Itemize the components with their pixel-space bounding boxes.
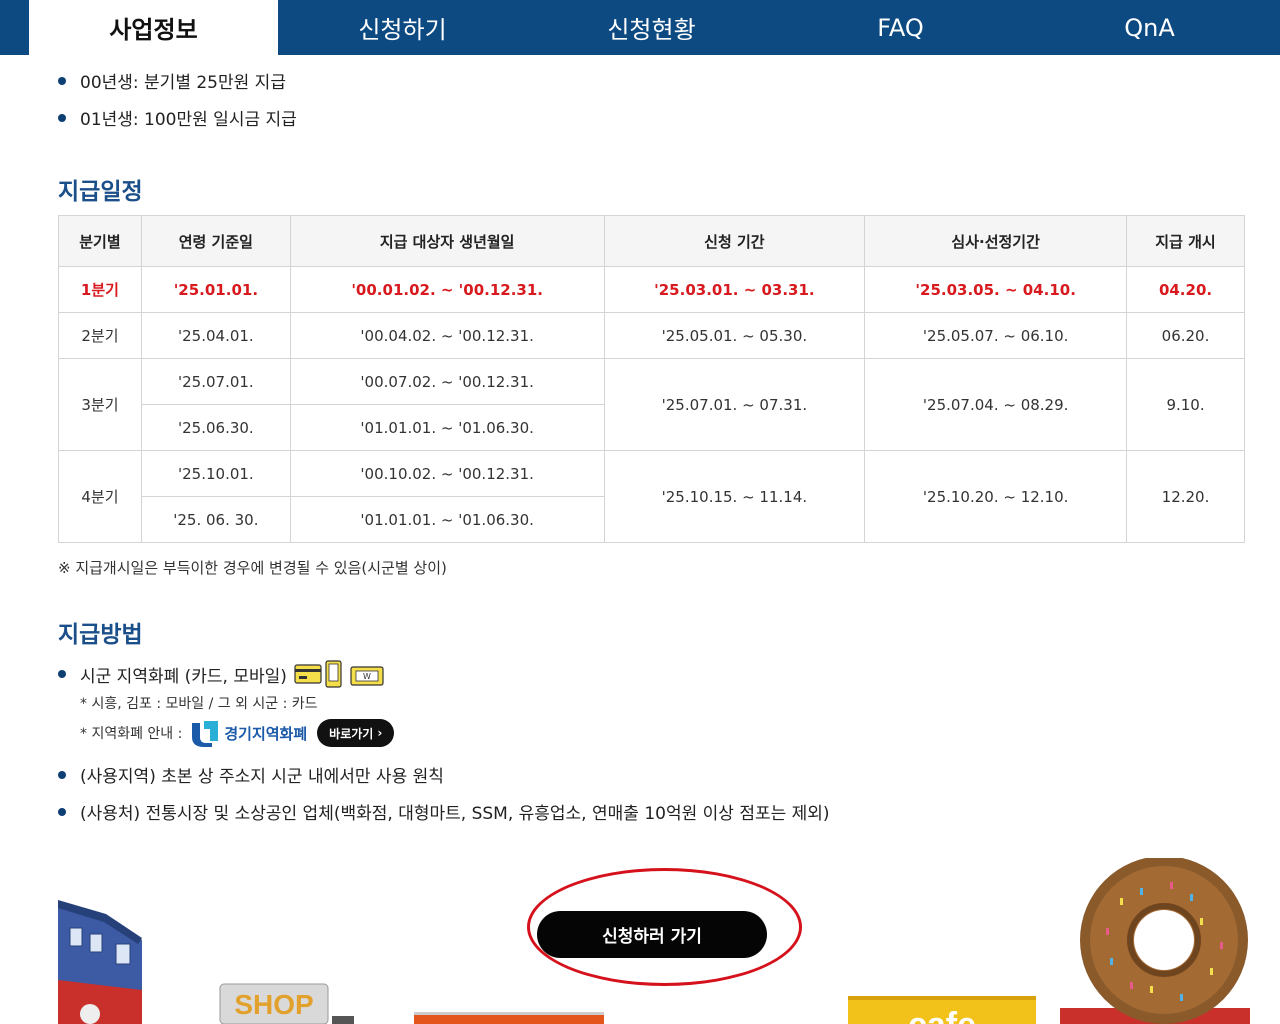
- table-header-row: 분기별 연령 기준일 지급 대상자 생년월일 신청 기간 심사·선정기간 지급 …: [58, 215, 1245, 267]
- cell-review-period: '25.10.20. ~ 12.10.: [864, 450, 1128, 543]
- donut-illustration: [1060, 858, 1250, 1024]
- schedule-note: ※ 지급개시일은 부득이한 경우에 변경될 수 있음(시군별 상이): [58, 559, 447, 577]
- cell-base-date: '25.06.30.: [140, 404, 291, 451]
- cell-quarter: 1분기: [58, 266, 142, 313]
- cell-base-date: '25.07.01.: [140, 358, 291, 405]
- gyeonggi-currency-logo: 경기지역화폐: [190, 719, 307, 747]
- cell-apply-period: '25.07.01. ~ 07.31.: [603, 358, 866, 451]
- bullet-dot: [58, 76, 66, 85]
- chevron-right-icon: ›: [377, 726, 383, 740]
- eligibility-text: 00년생: 분기별 25만원 지급: [80, 73, 286, 93]
- method-item: (사용지역) 초본 상 주소지 시군 내에서만 사용 원칙: [58, 762, 444, 787]
- cell-apply-period: '25.10.15. ~ 11.14.: [603, 450, 866, 543]
- house-illustration: [58, 900, 142, 1024]
- subnote-text: * 지역화폐 안내 :: [80, 726, 183, 742]
- cell-pay-start: 04.20.: [1126, 266, 1245, 313]
- shortcut-button[interactable]: 바로가기 ›: [317, 719, 395, 747]
- cell-birth-range: '01.01.01. ~ '01.06.30.: [289, 496, 605, 543]
- method-subnote: * 지역화폐 안내 : 경기지역화폐 바로가기 ›: [80, 719, 395, 747]
- eligibility-item: 01년생: 100만원 일시금 지급: [58, 105, 297, 130]
- col-header: 연령 기준일: [140, 215, 291, 267]
- cafe-sign-illustration: cafe: [848, 996, 1036, 1024]
- table-row: 4분기 '25.10.01. '00.10.02. ~ '00.12.31. '…: [58, 450, 1245, 543]
- table-row: 3분기 '25.07.01. '00.07.02. ~ '00.12.31. '…: [58, 358, 1245, 451]
- awning-illustration: [414, 1012, 604, 1024]
- table-row: 1분기 '25.01.01. '00.01.02. ~ '00.12.31. '…: [58, 266, 1245, 313]
- cell-base-date: '25. 06. 30.: [140, 496, 291, 543]
- cell-birth-range: '00.04.02. ~ '00.12.31.: [289, 312, 605, 359]
- method-text: (사용지역) 초본 상 주소지 시군 내에서만 사용 원칙: [80, 767, 444, 787]
- cafe-sign-text: cafe: [908, 1006, 976, 1024]
- schedule-title: 지급일정: [58, 179, 143, 205]
- cell-quarter: 3분기: [58, 358, 142, 451]
- col-header: 심사·선정기간: [864, 215, 1128, 267]
- gyeonggi-logo-icon: [192, 721, 219, 747]
- bullet-dot: [58, 113, 66, 122]
- cell-review-period: '25.07.04. ~ 08.29.: [864, 358, 1128, 451]
- tab-business-info[interactable]: 사업정보: [29, 0, 278, 55]
- bullet-dot: [58, 670, 66, 678]
- cell-pay-start: 9.10.: [1126, 358, 1245, 451]
- method-text: (사용처) 전통시장 및 소상공인 업체(백화점, 대형마트, SSM, 유흥업…: [80, 804, 830, 824]
- method-text: 시군 지역화폐 (카드, 모바일): [80, 666, 287, 687]
- cell-pay-start: 06.20.: [1126, 312, 1245, 359]
- svg-text:W: W: [363, 672, 371, 681]
- apply-button[interactable]: 신청하러 가기: [537, 911, 767, 958]
- subnote-text: * 시흥, 김포 : 모바일 / 그 외 시군 : 카드: [80, 696, 318, 712]
- cell-birth-range: '00.01.02. ~ '00.12.31.: [289, 266, 605, 313]
- method-item: 시군 지역화폐 (카드, 모바일) W: [58, 659, 388, 689]
- col-header: 지급 대상자 생년월일: [289, 215, 605, 267]
- cell-apply-period: '25.05.01. ~ 05.30.: [603, 312, 866, 359]
- tab-bar: 사업정보 신청하기 신청현황 FAQ QnA: [0, 0, 1280, 55]
- card-mobile-icon: W: [294, 660, 384, 688]
- tab-faq[interactable]: FAQ: [776, 0, 1025, 55]
- cell-pay-start: 12.20.: [1126, 450, 1245, 543]
- shop-sign-illustration: SHOP: [219, 983, 354, 1024]
- cell-birth-range: '00.07.02. ~ '00.12.31.: [289, 358, 605, 405]
- table-row: 2분기 '25.04.01. '00.04.02. ~ '00.12.31. '…: [58, 312, 1245, 359]
- col-header: 지급 개시: [1126, 215, 1245, 267]
- tab-qna[interactable]: QnA: [1025, 0, 1274, 55]
- cell-birth-range: '01.01.01. ~ '01.06.30.: [289, 404, 605, 451]
- tab-status[interactable]: 신청현황: [527, 0, 776, 55]
- col-header: 분기별: [58, 215, 142, 267]
- bullet-dot: [58, 807, 66, 816]
- eligibility-text: 01년생: 100만원 일시금 지급: [80, 110, 297, 130]
- bullet-dot: [58, 770, 66, 779]
- shop-sign-text: SHOP: [234, 989, 313, 1020]
- shortcut-label: 바로가기: [329, 726, 374, 741]
- method-title: 지급방법: [58, 622, 143, 648]
- col-header: 신청 기간: [603, 215, 866, 267]
- cell-review-period: '25.03.05. ~ 04.10.: [864, 266, 1128, 313]
- cell-base-date: '25.01.01.: [140, 266, 291, 313]
- cell-base-date: '25.04.01.: [140, 312, 291, 359]
- page: 사업정보 신청하기 신청현황 FAQ QnA 00년생: 분기별 25만원 지급…: [0, 0, 1280, 1024]
- cell-birth-range: '00.10.02. ~ '00.12.31.: [289, 450, 605, 497]
- cell-review-period: '25.05.07. ~ 06.10.: [864, 312, 1128, 359]
- tab-apply[interactable]: 신청하기: [278, 0, 527, 55]
- eligibility-item: 00년생: 분기별 25만원 지급: [58, 68, 286, 93]
- method-subnote: * 시흥, 김포 : 모바일 / 그 외 시군 : 카드: [80, 693, 318, 713]
- schedule-table: 분기별 연령 기준일 지급 대상자 생년월일 신청 기간 심사·선정기간 지급 …: [58, 215, 1245, 543]
- cell-apply-period: '25.03.01. ~ 03.31.: [603, 266, 866, 313]
- cell-quarter: 2분기: [58, 312, 142, 359]
- method-item: (사용처) 전통시장 및 소상공인 업체(백화점, 대형마트, SSM, 유흥업…: [58, 799, 830, 824]
- cell-base-date: '25.10.01.: [140, 450, 291, 497]
- brand-name: 경기지역화폐: [224, 724, 308, 743]
- cell-quarter: 4분기: [58, 450, 142, 543]
